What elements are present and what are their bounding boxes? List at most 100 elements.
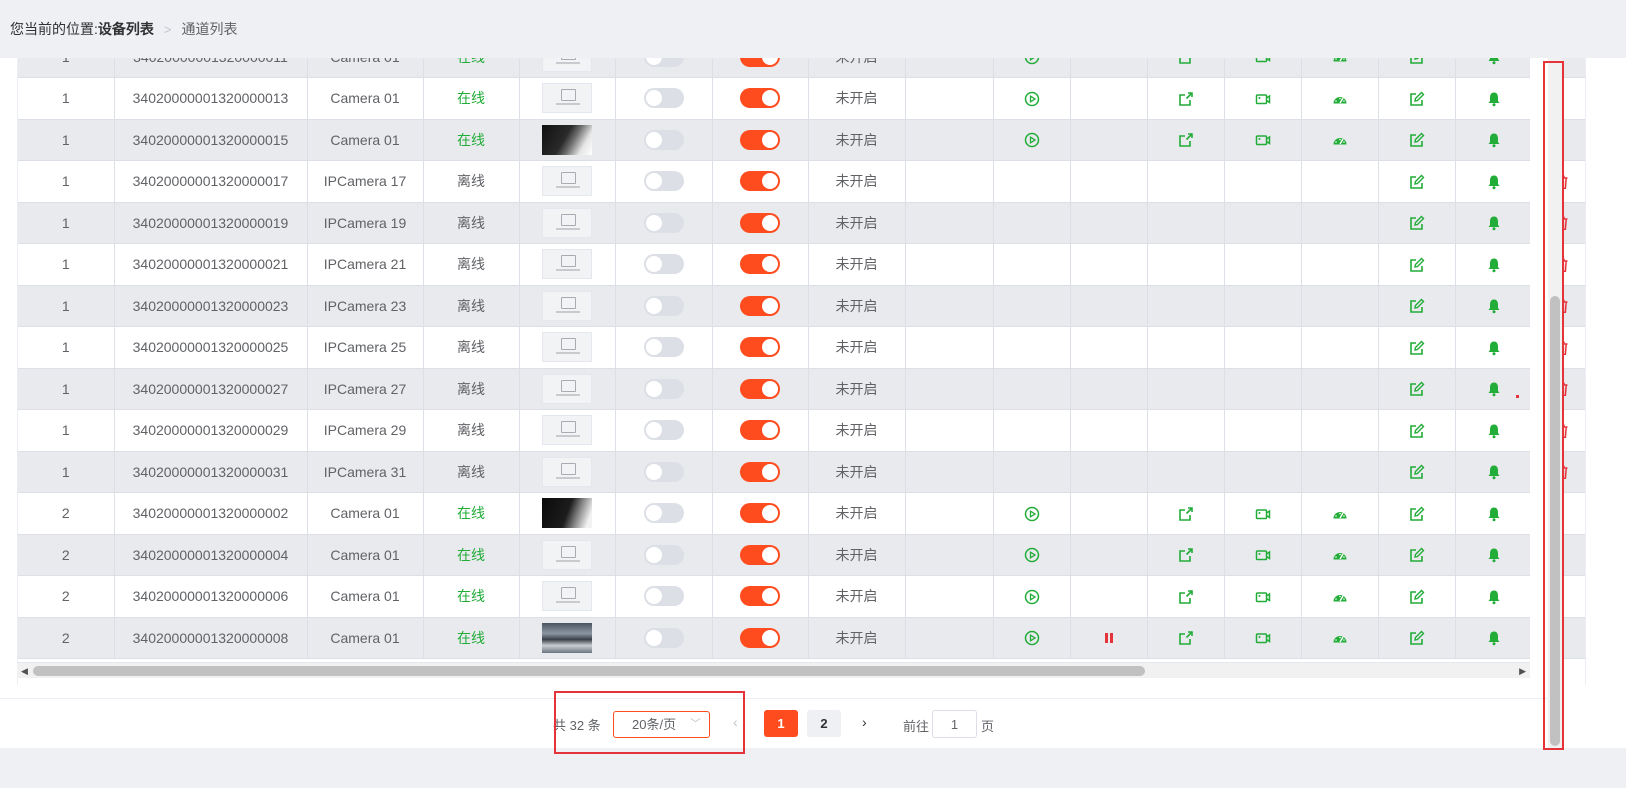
play-circle-icon[interactable] xyxy=(1024,131,1040,148)
play-circle-icon[interactable] xyxy=(1024,629,1040,646)
share-icon[interactable] xyxy=(1178,629,1194,646)
scroll-left-icon[interactable]: ◀ xyxy=(21,666,28,677)
toggle-switch-off[interactable] xyxy=(643,420,684,441)
snapshot-thumbnail[interactable] xyxy=(542,207,592,238)
bell-icon[interactable] xyxy=(1486,546,1502,563)
bell-icon[interactable] xyxy=(1486,422,1502,439)
snapshot-thumbnail[interactable] xyxy=(542,373,592,404)
edit-icon[interactable] xyxy=(1409,546,1425,563)
share-icon[interactable] xyxy=(1178,90,1194,106)
chevron-left-icon[interactable]: ‹ xyxy=(733,714,738,730)
play-circle-icon[interactable] xyxy=(1024,90,1040,107)
snapshot-thumbnail[interactable] xyxy=(542,332,592,363)
snapshot-thumbnail[interactable] xyxy=(542,124,592,155)
edit-icon[interactable] xyxy=(1409,339,1425,355)
video-camera-icon[interactable] xyxy=(1255,588,1271,604)
toggle-switch-off[interactable] xyxy=(643,171,684,192)
snapshot-thumbnail[interactable] xyxy=(542,581,592,612)
edit-icon[interactable] xyxy=(1409,214,1425,231)
dashboard-icon[interactable] xyxy=(1332,588,1348,604)
toggle-switch-on[interactable] xyxy=(740,171,780,192)
edit-icon[interactable] xyxy=(1409,505,1425,521)
toggle-switch-off[interactable] xyxy=(643,544,684,565)
dashboard-icon[interactable] xyxy=(1332,505,1348,521)
bell-icon[interactable] xyxy=(1486,256,1502,273)
toggle-switch-off[interactable] xyxy=(643,254,684,275)
edit-icon[interactable] xyxy=(1409,463,1425,480)
play-circle-icon[interactable] xyxy=(1024,546,1040,563)
snapshot-thumbnail[interactable] xyxy=(542,456,592,487)
share-icon[interactable] xyxy=(1178,588,1194,604)
toggle-switch-off[interactable] xyxy=(643,503,684,524)
snapshot-thumbnail[interactable] xyxy=(542,622,592,653)
toggle-switch-on[interactable] xyxy=(740,378,780,399)
page-size-select[interactable]: 20条/页 ﹀ xyxy=(613,711,710,738)
goto-page-input[interactable] xyxy=(932,710,977,738)
toggle-switch-off[interactable] xyxy=(643,337,684,358)
toggle-switch-off[interactable] xyxy=(643,627,684,648)
toggle-switch-on[interactable] xyxy=(740,129,780,150)
vertical-scrollbar[interactable] xyxy=(1548,58,1562,752)
dashboard-icon[interactable] xyxy=(1332,131,1348,147)
bell-icon[interactable] xyxy=(1486,629,1502,646)
toggle-switch-on[interactable] xyxy=(740,420,780,441)
toggle-switch-off[interactable] xyxy=(643,129,684,150)
bell-icon[interactable] xyxy=(1486,173,1502,190)
bell-icon[interactable] xyxy=(1486,90,1502,107)
edit-icon[interactable] xyxy=(1409,256,1425,272)
share-icon[interactable] xyxy=(1178,131,1194,148)
video-camera-icon[interactable] xyxy=(1255,546,1271,562)
toggle-switch-off[interactable] xyxy=(643,586,684,607)
toggle-switch-on[interactable] xyxy=(740,544,780,565)
edit-icon[interactable] xyxy=(1409,173,1425,189)
dashboard-icon[interactable] xyxy=(1332,629,1348,645)
toggle-switch-on[interactable] xyxy=(740,461,780,482)
video-camera-icon[interactable] xyxy=(1255,505,1271,521)
edit-icon[interactable] xyxy=(1409,131,1425,148)
toggle-switch-off[interactable] xyxy=(643,378,684,399)
edit-icon[interactable] xyxy=(1409,380,1425,397)
toggle-switch-on[interactable] xyxy=(740,627,780,648)
page-button-1[interactable]: 1 xyxy=(764,710,798,737)
toggle-switch-on[interactable] xyxy=(740,254,780,275)
toggle-switch-on[interactable] xyxy=(740,586,780,607)
toggle-switch-on[interactable] xyxy=(740,337,780,358)
snapshot-thumbnail[interactable] xyxy=(542,290,592,321)
edit-icon[interactable] xyxy=(1409,90,1425,106)
toggle-switch-on[interactable] xyxy=(740,295,780,316)
pause-icon[interactable] xyxy=(1101,629,1117,645)
horizontal-scrollbar[interactable]: ◀ ▶ xyxy=(17,662,1530,678)
toggle-switch-off[interactable] xyxy=(643,212,684,233)
play-circle-icon[interactable] xyxy=(1024,588,1040,605)
toggle-switch-off[interactable] xyxy=(643,295,684,316)
edit-icon[interactable] xyxy=(1409,588,1425,604)
toggle-switch-on[interactable] xyxy=(740,88,780,109)
bell-icon[interactable] xyxy=(1486,505,1502,522)
video-camera-icon[interactable] xyxy=(1255,131,1271,147)
vertical-scrollbar-thumb[interactable] xyxy=(1550,296,1560,746)
bell-icon[interactable] xyxy=(1486,588,1502,605)
snapshot-thumbnail[interactable] xyxy=(542,539,592,570)
edit-icon[interactable] xyxy=(1409,297,1425,314)
snapshot-thumbnail[interactable] xyxy=(542,498,592,529)
share-icon[interactable] xyxy=(1178,505,1194,521)
bell-icon[interactable] xyxy=(1486,297,1502,314)
edit-icon[interactable] xyxy=(1409,422,1425,438)
edit-icon[interactable] xyxy=(1409,629,1425,646)
snapshot-thumbnail[interactable] xyxy=(542,249,592,280)
toggle-switch-off[interactable] xyxy=(643,88,684,109)
page-button-2[interactable]: 2 xyxy=(807,710,841,737)
scroll-right-icon[interactable]: ▶ xyxy=(1519,666,1526,677)
toggle-switch-on[interactable] xyxy=(740,503,780,524)
share-icon[interactable] xyxy=(1178,546,1194,563)
dashboard-icon[interactable] xyxy=(1332,546,1348,562)
snapshot-thumbnail[interactable] xyxy=(542,415,592,446)
dashboard-icon[interactable] xyxy=(1332,90,1348,106)
bell-icon[interactable] xyxy=(1486,214,1502,231)
chevron-right-icon[interactable]: › xyxy=(862,714,867,730)
bell-icon[interactable] xyxy=(1486,380,1502,397)
bell-icon[interactable] xyxy=(1486,131,1502,148)
snapshot-thumbnail[interactable] xyxy=(542,166,592,197)
video-camera-icon[interactable] xyxy=(1255,90,1271,106)
toggle-switch-off[interactable] xyxy=(643,461,684,482)
